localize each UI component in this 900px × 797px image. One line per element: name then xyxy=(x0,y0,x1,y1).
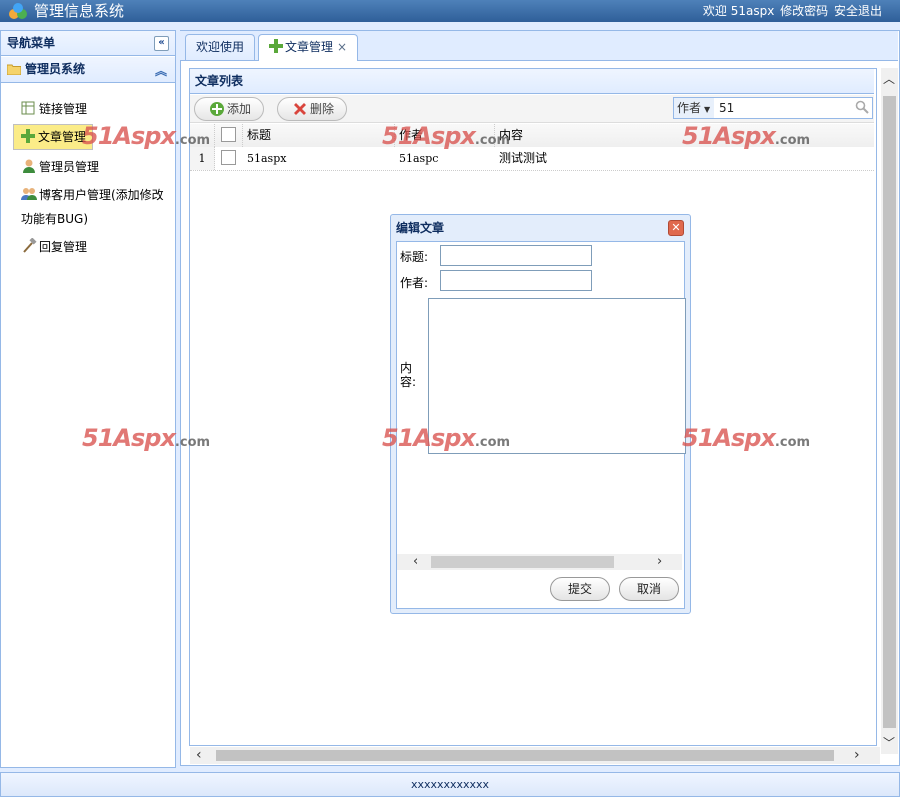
close-icon[interactable]: × xyxy=(337,40,347,54)
footer: xxxxxxxxxxxx xyxy=(0,772,900,797)
menu-item-label: 回复管理 xyxy=(39,240,88,254)
title-field[interactable] xyxy=(440,245,592,266)
tab-articles[interactable]: 文章管理 × xyxy=(258,34,359,61)
scroll-right-icon[interactable]: › xyxy=(854,747,860,764)
search-field-value: 作者 xyxy=(677,101,702,115)
dialog-horizontal-scrollbar[interactable]: ‹ › xyxy=(397,554,682,570)
column-header-title[interactable]: 标题 xyxy=(243,124,395,147)
select-all-checkbox[interactable] xyxy=(215,124,243,147)
menu-item-admins[interactable]: 管理员管理 xyxy=(21,155,99,179)
accordion-header-admin[interactable]: 管理员系统 ︽ xyxy=(1,57,175,83)
grid-header: 标题 作者 内容 xyxy=(190,124,874,148)
hammer-icon xyxy=(23,238,37,253)
row-checkbox[interactable] xyxy=(215,147,243,170)
table-row[interactable]: 1 51aspx 51aspc 测试测试 xyxy=(190,147,874,171)
menu-item-label: 博客用户管理(添加修改 xyxy=(39,188,164,202)
title-label: 标题: xyxy=(400,250,429,264)
nav-panel-title: 导航菜单 xyxy=(7,36,56,50)
menu-item-label: 功能有BUG) xyxy=(21,212,88,226)
delete-button-label: 删除 xyxy=(310,102,335,116)
scroll-down-icon[interactable]: ﹀ xyxy=(883,734,895,751)
add-icon xyxy=(210,102,224,116)
menu-item-blog-users[interactable]: 博客用户管理(添加修改 xyxy=(21,183,164,207)
cell-content: 测试测试 xyxy=(499,151,548,165)
add-button-label: 添加 xyxy=(227,102,252,116)
add-button[interactable]: 添加 xyxy=(194,97,265,121)
dialog-title: 编辑文章 xyxy=(396,221,445,235)
submit-button[interactable]: 提交 xyxy=(550,577,610,601)
header-links: 欢迎 51aspx 修改密码 安全退出 xyxy=(701,3,882,19)
welcome-text: 欢迎 51aspx xyxy=(702,4,775,18)
row-number-header xyxy=(190,124,215,147)
close-icon[interactable]: ✕ xyxy=(668,220,684,236)
users-icon xyxy=(21,188,37,200)
folder-icon xyxy=(7,64,21,75)
app-logo-icon xyxy=(9,3,27,19)
tab-label: 文章管理 xyxy=(285,40,334,54)
logout-link[interactable]: 安全退出 xyxy=(834,4,882,18)
menu-item-links[interactable]: 链接管理 xyxy=(21,97,87,121)
plus-icon xyxy=(21,129,35,143)
accordion-title: 管理员系统 xyxy=(25,62,86,76)
menu-item-label: 链接管理 xyxy=(39,102,88,116)
app-title: 管理信息系统 xyxy=(34,2,125,20)
change-password-link[interactable]: 修改密码 xyxy=(780,4,828,18)
scroll-thumb[interactable] xyxy=(216,750,834,761)
column-header-content[interactable]: 内容 xyxy=(495,124,874,147)
collapse-panel-button[interactable]: « xyxy=(154,36,169,51)
user-icon xyxy=(23,159,35,173)
vertical-scrollbar[interactable]: ︿ ﹀ xyxy=(881,68,898,754)
plus-icon xyxy=(269,39,283,53)
menu-item-blog-users-cont[interactable]: 功能有BUG) xyxy=(21,207,88,231)
column-header-author[interactable]: 作者 xyxy=(395,124,495,147)
scroll-left-icon[interactable]: ‹ xyxy=(413,554,418,570)
menu-item-label: 管理员管理 xyxy=(39,160,100,174)
search-icon[interactable] xyxy=(855,100,869,114)
search-field-select[interactable]: 作者 ▼ xyxy=(674,98,714,118)
app-header: 管理信息系统 欢迎 51aspx 修改密码 安全退出 xyxy=(0,0,900,22)
scroll-right-icon[interactable]: › xyxy=(657,554,662,570)
content-textarea[interactable] xyxy=(428,298,686,454)
nav-panel-header: 导航菜单 « xyxy=(1,31,175,56)
tab-welcome[interactable]: 欢迎使用 xyxy=(185,34,256,60)
author-field[interactable] xyxy=(440,270,592,291)
delete-icon xyxy=(294,103,306,115)
scroll-thumb[interactable] xyxy=(883,96,896,728)
menu-item-label: 文章管理 xyxy=(38,130,87,144)
content-label: 内 容: xyxy=(400,361,417,389)
cell-title: 51aspx xyxy=(247,152,287,165)
grid-title: 文章列表 xyxy=(190,69,874,94)
cell-author: 51aspc xyxy=(399,152,439,165)
search-box[interactable]: 作者 ▼ 51 xyxy=(673,97,873,119)
table-icon xyxy=(21,101,35,115)
menu-item-articles[interactable]: 文章管理 xyxy=(13,124,94,150)
menu-item-replies[interactable]: 回复管理 xyxy=(21,235,87,259)
scroll-up-icon[interactable]: ︿ xyxy=(883,70,895,87)
author-label: 作者: xyxy=(400,276,429,290)
tab-bar: 欢迎使用 文章管理 × xyxy=(180,31,898,61)
chevron-up-icon[interactable]: ︽ xyxy=(155,59,167,84)
caret-down-icon: ▼ xyxy=(704,105,711,114)
scroll-left-icon[interactable]: ‹ xyxy=(196,747,202,764)
nav-panel: 导航菜单 « 管理员系统 ︽ 链接管理 文章管理 管理员管理 博客用户管理(添加… xyxy=(0,30,176,768)
row-number: 1 xyxy=(190,147,215,170)
horizontal-scrollbar[interactable]: ‹ › xyxy=(190,747,880,764)
search-input[interactable]: 51 xyxy=(719,98,734,118)
tab-label: 欢迎使用 xyxy=(196,40,245,54)
scroll-thumb[interactable] xyxy=(431,556,614,568)
delete-button[interactable]: 删除 xyxy=(277,97,348,121)
cancel-button[interactable]: 取消 xyxy=(619,577,679,601)
